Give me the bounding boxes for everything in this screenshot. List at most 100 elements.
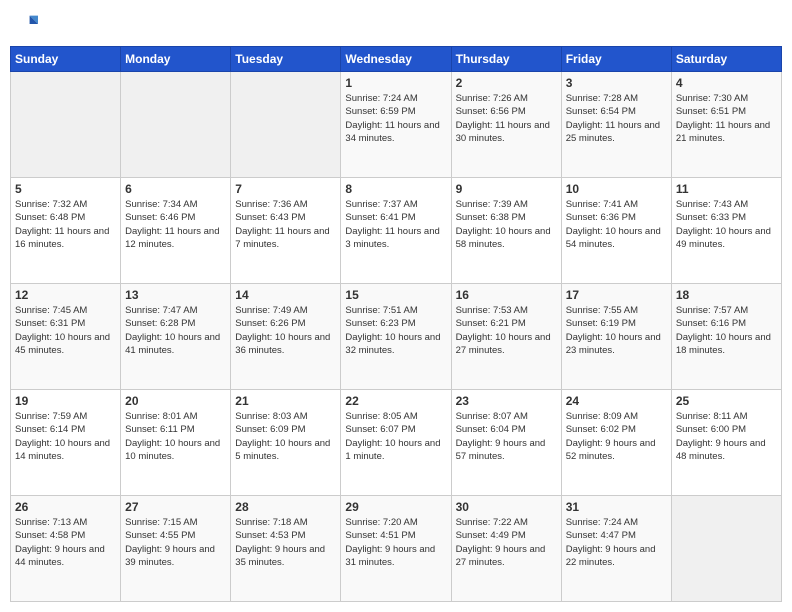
day-number: 18 bbox=[676, 288, 777, 302]
calendar-cell: 27Sunrise: 7:15 AM Sunset: 4:55 PM Dayli… bbox=[121, 496, 231, 602]
calendar-cell: 9 Sunrise: 7:39 AM Sunset: 6:38 PM Daylig… bbox=[451, 178, 561, 284]
day-info: Sunrise: 8:07 AM Sunset: 6:04 PM Dayligh… bbox=[456, 410, 557, 463]
calendar-header-monday: Monday bbox=[121, 47, 231, 72]
calendar-cell: 13 Sunrise: 7:47 AM Sunset: 6:28 PM Dayli… bbox=[121, 284, 231, 390]
day-info: Sunrise: 8:11 AM Sunset: 6:00 PM Dayligh… bbox=[676, 410, 777, 463]
calendar-cell bbox=[231, 72, 341, 178]
day-info: Sunrise: 8:03 AM Sunset: 6:09 PM Dayligh… bbox=[235, 410, 336, 463]
day-number: 13 bbox=[125, 288, 226, 302]
calendar-header-tuesday: Tuesday bbox=[231, 47, 341, 72]
calendar: SundayMondayTuesdayWednesdayThursdayFrid… bbox=[10, 46, 782, 602]
calendar-week-row: 5 Sunrise: 7:32 AM Sunset: 6:48 PM Daylig… bbox=[11, 178, 782, 284]
day-info: Sunrise: 7:15 AM Sunset: 4:55 PM Dayligh… bbox=[125, 516, 226, 569]
calendar-cell: 25Sunrise: 8:11 AM Sunset: 6:00 PM Dayli… bbox=[671, 390, 781, 496]
calendar-cell: 11 Sunrise: 7:43 AM Sunset: 6:33 PM Dayli… bbox=[671, 178, 781, 284]
day-number: 2 bbox=[456, 76, 557, 90]
day-number: 19 bbox=[15, 394, 116, 408]
calendar-cell: 20 Sunrise: 8:01 AM Sunset: 6:11 PM Dayli… bbox=[121, 390, 231, 496]
day-info: Sunrise: 7:26 AM Sunset: 6:56 PM Dayligh… bbox=[456, 92, 557, 145]
day-info: Sunrise: 7:57 AM Sunset: 6:16 PM Dayligh… bbox=[676, 304, 777, 357]
day-info: Sunrise: 7:32 AM Sunset: 6:48 PM Dayligh… bbox=[15, 198, 116, 251]
day-info: Sunrise: 7:47 AM Sunset: 6:28 PM Dayligh… bbox=[125, 304, 226, 357]
day-number: 1 bbox=[345, 76, 446, 90]
calendar-cell: 26 Sunrise: 7:13 AM Sunset: 4:58 PM Dayli… bbox=[11, 496, 121, 602]
day-number: 26 bbox=[15, 500, 116, 514]
day-info: Sunrise: 7:49 AM Sunset: 6:26 PM Dayligh… bbox=[235, 304, 336, 357]
calendar-cell: 7Sunrise: 7:36 AM Sunset: 6:43 PM Daylig… bbox=[231, 178, 341, 284]
day-number: 20 bbox=[125, 394, 226, 408]
calendar-header-sunday: Sunday bbox=[11, 47, 121, 72]
day-info: Sunrise: 7:37 AM Sunset: 6:41 PM Dayligh… bbox=[345, 198, 446, 251]
calendar-cell bbox=[671, 496, 781, 602]
day-number: 22 bbox=[345, 394, 446, 408]
day-number: 8 bbox=[345, 182, 446, 196]
day-info: Sunrise: 7:24 AM Sunset: 4:47 PM Dayligh… bbox=[566, 516, 667, 569]
calendar-cell bbox=[11, 72, 121, 178]
day-info: Sunrise: 7:28 AM Sunset: 6:54 PM Dayligh… bbox=[566, 92, 667, 145]
day-number: 21 bbox=[235, 394, 336, 408]
logo bbox=[10, 10, 42, 38]
calendar-cell: 1 Sunrise: 7:24 AM Sunset: 6:59 PM Daylig… bbox=[341, 72, 451, 178]
day-number: 6 bbox=[125, 182, 226, 196]
day-number: 29 bbox=[345, 500, 446, 514]
day-number: 23 bbox=[456, 394, 557, 408]
day-info: Sunrise: 7:45 AM Sunset: 6:31 PM Dayligh… bbox=[15, 304, 116, 357]
calendar-header-wednesday: Wednesday bbox=[341, 47, 451, 72]
day-info: Sunrise: 7:13 AM Sunset: 4:58 PM Dayligh… bbox=[15, 516, 116, 569]
calendar-cell: 8 Sunrise: 7:37 AM Sunset: 6:41 PM Daylig… bbox=[341, 178, 451, 284]
day-number: 17 bbox=[566, 288, 667, 302]
day-info: Sunrise: 8:05 AM Sunset: 6:07 PM Dayligh… bbox=[345, 410, 446, 463]
calendar-cell: 12 Sunrise: 7:45 AM Sunset: 6:31 PM Dayli… bbox=[11, 284, 121, 390]
day-info: Sunrise: 7:55 AM Sunset: 6:19 PM Dayligh… bbox=[566, 304, 667, 357]
day-number: 14 bbox=[235, 288, 336, 302]
calendar-cell: 16Sunrise: 7:53 AM Sunset: 6:21 PM Dayli… bbox=[451, 284, 561, 390]
calendar-week-row: 26 Sunrise: 7:13 AM Sunset: 4:58 PM Dayli… bbox=[11, 496, 782, 602]
day-number: 3 bbox=[566, 76, 667, 90]
day-number: 5 bbox=[15, 182, 116, 196]
calendar-cell: 29 Sunrise: 7:20 AM Sunset: 4:51 PM Dayli… bbox=[341, 496, 451, 602]
day-number: 28 bbox=[235, 500, 336, 514]
day-info: Sunrise: 7:43 AM Sunset: 6:33 PM Dayligh… bbox=[676, 198, 777, 251]
calendar-header-row: SundayMondayTuesdayWednesdayThursdayFrid… bbox=[11, 47, 782, 72]
calendar-cell: 17 Sunrise: 7:55 AM Sunset: 6:19 PM Dayli… bbox=[561, 284, 671, 390]
calendar-cell: 21 Sunrise: 8:03 AM Sunset: 6:09 PM Dayli… bbox=[231, 390, 341, 496]
calendar-week-row: 19 Sunrise: 7:59 AM Sunset: 6:14 PM Dayli… bbox=[11, 390, 782, 496]
calendar-cell: 10Sunrise: 7:41 AM Sunset: 6:36 PM Dayli… bbox=[561, 178, 671, 284]
calendar-cell: 19 Sunrise: 7:59 AM Sunset: 6:14 PM Dayli… bbox=[11, 390, 121, 496]
day-number: 10 bbox=[566, 182, 667, 196]
calendar-cell bbox=[121, 72, 231, 178]
day-number: 30 bbox=[456, 500, 557, 514]
calendar-cell: 14 Sunrise: 7:49 AM Sunset: 6:26 PM Dayli… bbox=[231, 284, 341, 390]
day-info: Sunrise: 7:22 AM Sunset: 4:49 PM Dayligh… bbox=[456, 516, 557, 569]
day-info: Sunrise: 7:24 AM Sunset: 6:59 PM Dayligh… bbox=[345, 92, 446, 145]
day-number: 11 bbox=[676, 182, 777, 196]
day-number: 7 bbox=[235, 182, 336, 196]
calendar-cell: 28 Sunrise: 7:18 AM Sunset: 4:53 PM Dayli… bbox=[231, 496, 341, 602]
calendar-cell: 6Sunrise: 7:34 AM Sunset: 6:46 PM Daylig… bbox=[121, 178, 231, 284]
day-info: Sunrise: 7:20 AM Sunset: 4:51 PM Dayligh… bbox=[345, 516, 446, 569]
day-info: Sunrise: 8:01 AM Sunset: 6:11 PM Dayligh… bbox=[125, 410, 226, 463]
day-number: 15 bbox=[345, 288, 446, 302]
calendar-header-friday: Friday bbox=[561, 47, 671, 72]
calendar-cell: 3 Sunrise: 7:28 AM Sunset: 6:54 PM Daylig… bbox=[561, 72, 671, 178]
calendar-cell: 4Sunrise: 7:30 AM Sunset: 6:51 PM Daylig… bbox=[671, 72, 781, 178]
calendar-cell: 30 Sunrise: 7:22 AM Sunset: 4:49 PM Dayli… bbox=[451, 496, 561, 602]
calendar-cell: 24Sunrise: 8:09 AM Sunset: 6:02 PM Dayli… bbox=[561, 390, 671, 496]
calendar-cell: 18 Sunrise: 7:57 AM Sunset: 6:16 PM Dayli… bbox=[671, 284, 781, 390]
day-number: 16 bbox=[456, 288, 557, 302]
calendar-cell: 2 Sunrise: 7:26 AM Sunset: 6:56 PM Daylig… bbox=[451, 72, 561, 178]
calendar-cell: 31Sunrise: 7:24 AM Sunset: 4:47 PM Dayli… bbox=[561, 496, 671, 602]
day-number: 4 bbox=[676, 76, 777, 90]
day-info: Sunrise: 7:39 AM Sunset: 6:38 PM Dayligh… bbox=[456, 198, 557, 251]
calendar-header-saturday: Saturday bbox=[671, 47, 781, 72]
calendar-header-thursday: Thursday bbox=[451, 47, 561, 72]
day-info: Sunrise: 7:59 AM Sunset: 6:14 PM Dayligh… bbox=[15, 410, 116, 463]
calendar-cell: 22 Sunrise: 8:05 AM Sunset: 6:07 PM Dayli… bbox=[341, 390, 451, 496]
calendar-cell: 23 Sunrise: 8:07 AM Sunset: 6:04 PM Dayli… bbox=[451, 390, 561, 496]
day-number: 9 bbox=[456, 182, 557, 196]
day-number: 12 bbox=[15, 288, 116, 302]
day-info: Sunrise: 7:51 AM Sunset: 6:23 PM Dayligh… bbox=[345, 304, 446, 357]
logo-icon bbox=[10, 10, 38, 38]
day-info: Sunrise: 7:18 AM Sunset: 4:53 PM Dayligh… bbox=[235, 516, 336, 569]
calendar-cell: 15 Sunrise: 7:51 AM Sunset: 6:23 PM Dayli… bbox=[341, 284, 451, 390]
